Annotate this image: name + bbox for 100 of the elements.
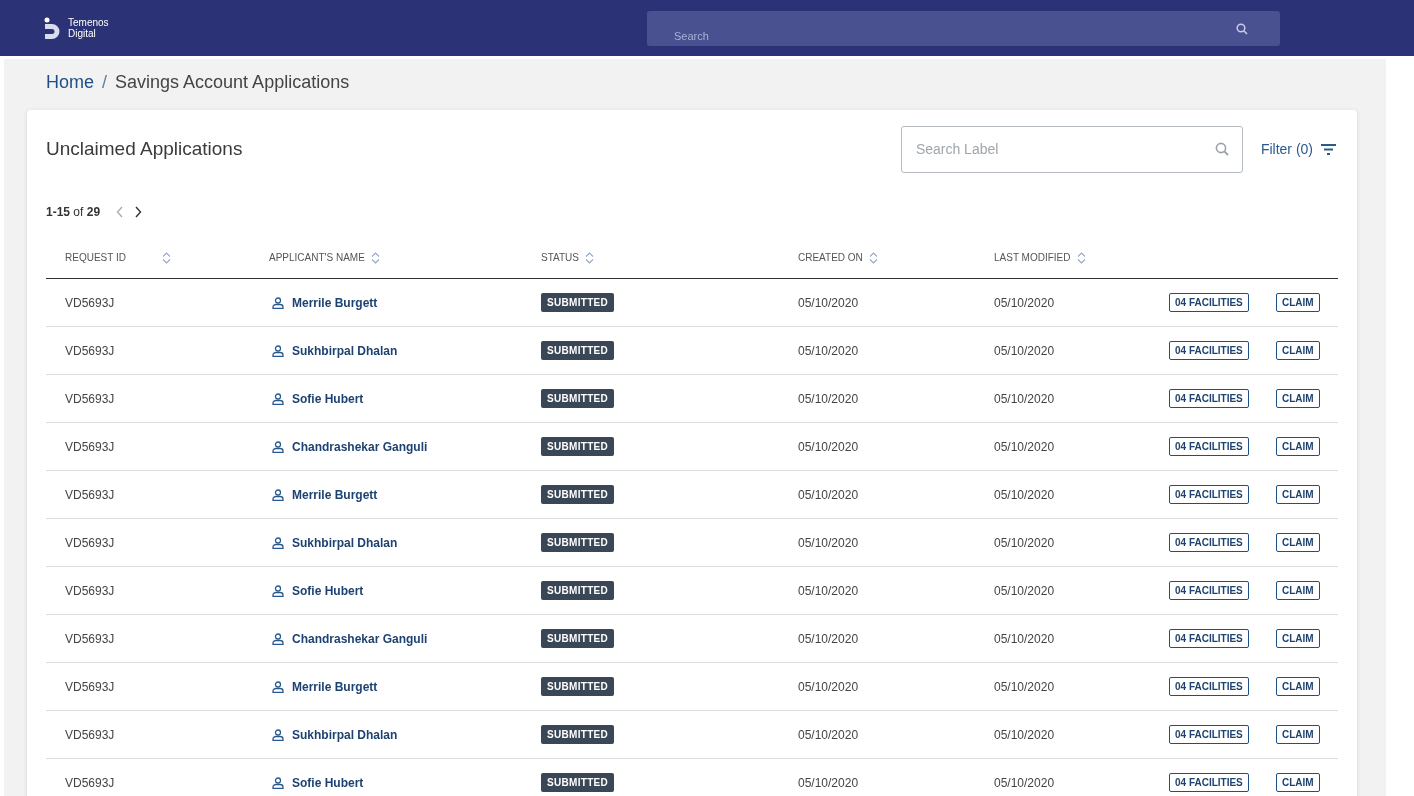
search-field[interactable]: Search: [647, 11, 1280, 46]
status-badge: SUBMITTED: [541, 677, 615, 696]
table-cell: 05/10/2020: [798, 583, 859, 598]
applicant-link[interactable]: Merrile Burgett: [292, 679, 378, 694]
facilities-button[interactable]: 04 FACILITIES: [1169, 581, 1249, 600]
person-icon: [272, 392, 284, 405]
status-badge: SUBMITTED: [541, 341, 615, 360]
facilities-button[interactable]: 04 FACILITIES: [1169, 773, 1249, 792]
applicant-link[interactable]: Chandrashekar Ganguli: [292, 439, 428, 454]
search-icon: [1214, 141, 1229, 156]
column-header[interactable]: REQUEST ID: [65, 252, 126, 263]
table-cell: 05/10/2020: [798, 679, 859, 694]
applicant-link[interactable]: Sukhbirpal Dhalan: [292, 535, 398, 550]
sort-icon[interactable]: [868, 251, 878, 264]
applicant-link[interactable]: Sukhbirpal Dhalan: [292, 727, 398, 742]
claim-button[interactable]: CLAIM: [1276, 725, 1320, 744]
status-badge: SUBMITTED: [541, 581, 615, 600]
table-cell: VD5693J: [65, 295, 115, 310]
sort-icon[interactable]: [161, 251, 171, 264]
person-icon: [272, 344, 284, 357]
claim-button[interactable]: CLAIM: [1276, 677, 1320, 696]
claim-button[interactable]: CLAIM: [1276, 437, 1320, 456]
status-badge: SUBMITTED: [541, 389, 615, 408]
applicant-link[interactable]: Chandrashekar Ganguli: [292, 631, 428, 646]
facilities-button[interactable]: 04 FACILITIES: [1169, 533, 1249, 552]
table-cell: VD5693J: [65, 775, 115, 790]
filter-button[interactable]: Filter (0): [1260, 141, 1336, 157]
breadcrumb-link[interactable]: Home: [46, 71, 94, 93]
search-icon: [1236, 23, 1248, 35]
table-cell: 05/10/2020: [994, 343, 1055, 358]
breadcrumb-current: Savings Account Applications: [115, 71, 350, 93]
logo-text: Digital: [68, 28, 97, 39]
card-title: Unclaimed Applications: [46, 138, 244, 160]
sort-icon[interactable]: [370, 251, 380, 264]
table-cell: VD5693J: [65, 439, 115, 454]
table-cell: 05/10/2020: [798, 343, 859, 358]
table-cell: VD5693J: [65, 631, 115, 646]
chevron-right-icon[interactable]: [134, 206, 143, 218]
facilities-button[interactable]: 04 FACILITIES: [1169, 677, 1249, 696]
breadcrumb-separator: /: [102, 71, 108, 93]
facilities-button[interactable]: 04 FACILITIES: [1169, 725, 1249, 744]
filter-icon: [1321, 143, 1336, 155]
table-cell: 05/10/2020: [994, 391, 1055, 406]
search-field[interactable]: Search Label: [900, 125, 1243, 173]
table-cell: 05/10/2020: [994, 631, 1055, 646]
person-icon: [272, 536, 284, 549]
table-cell: 05/10/2020: [994, 535, 1055, 550]
table-cell: VD5693J: [65, 391, 115, 406]
applicant-link[interactable]: Merrile Burgett: [292, 487, 378, 502]
status-badge: SUBMITTED: [541, 293, 615, 312]
claim-button[interactable]: CLAIM: [1276, 341, 1320, 360]
applicant-link[interactable]: Sofie Hubert: [292, 583, 364, 598]
pagination-text: 1-15 of 29: [46, 205, 101, 219]
claim-button[interactable]: CLAIM: [1276, 389, 1320, 408]
table-cell: 05/10/2020: [798, 439, 859, 454]
claim-button[interactable]: CLAIM: [1276, 581, 1320, 600]
table-cell: 05/10/2020: [994, 295, 1055, 310]
claim-button[interactable]: CLAIM: [1276, 293, 1320, 312]
status-badge: SUBMITTED: [541, 773, 615, 792]
status-badge: SUBMITTED: [541, 485, 615, 504]
table-cell: VD5693J: [65, 727, 115, 742]
facilities-button[interactable]: 04 FACILITIES: [1169, 629, 1249, 648]
table-cell: 05/10/2020: [798, 727, 859, 742]
claim-button[interactable]: CLAIM: [1276, 773, 1320, 792]
column-header[interactable]: APPLICANT'S NAME: [269, 252, 365, 263]
person-icon: [272, 584, 284, 597]
applicant-link[interactable]: Sukhbirpal Dhalan: [292, 343, 398, 358]
facilities-button[interactable]: 04 FACILITIES: [1169, 437, 1249, 456]
column-header[interactable]: STATUS: [541, 252, 579, 263]
table-cell: VD5693J: [65, 343, 115, 358]
person-icon: [272, 680, 284, 693]
table-cell: VD5693J: [65, 487, 115, 502]
status-badge: SUBMITTED: [541, 437, 615, 456]
facilities-button[interactable]: 04 FACILITIES: [1169, 485, 1249, 504]
claim-button[interactable]: CLAIM: [1276, 629, 1320, 648]
applicant-link[interactable]: Sofie Hubert: [292, 775, 364, 790]
sort-icon[interactable]: [1076, 251, 1086, 264]
table-cell: 05/10/2020: [994, 727, 1055, 742]
claim-button[interactable]: CLAIM: [1276, 485, 1320, 504]
facilities-button[interactable]: 04 FACILITIES: [1169, 293, 1249, 312]
person-icon: [272, 632, 284, 645]
sort-icon[interactable]: [584, 251, 594, 264]
table-cell: 05/10/2020: [994, 775, 1055, 790]
column-header[interactable]: LAST MODIFIED: [994, 252, 1071, 263]
facilities-button[interactable]: 04 FACILITIES: [1169, 389, 1249, 408]
table-cell: 05/10/2020: [798, 775, 859, 790]
table-cell: 05/10/2020: [798, 391, 859, 406]
table-cell: 05/10/2020: [798, 487, 859, 502]
status-badge: SUBMITTED: [541, 533, 615, 552]
person-icon: [272, 440, 284, 453]
applicant-link[interactable]: Merrile Burgett: [292, 295, 378, 310]
applicant-link[interactable]: Sofie Hubert: [292, 391, 364, 406]
table-cell: 05/10/2020: [798, 535, 859, 550]
facilities-button[interactable]: 04 FACILITIES: [1169, 341, 1249, 360]
person-icon: [272, 728, 284, 741]
person-icon: [272, 776, 284, 789]
column-header[interactable]: CREATED ON: [798, 252, 863, 263]
table-cell: 05/10/2020: [994, 439, 1055, 454]
table-cell: 05/10/2020: [798, 295, 859, 310]
claim-button[interactable]: CLAIM: [1276, 533, 1320, 552]
